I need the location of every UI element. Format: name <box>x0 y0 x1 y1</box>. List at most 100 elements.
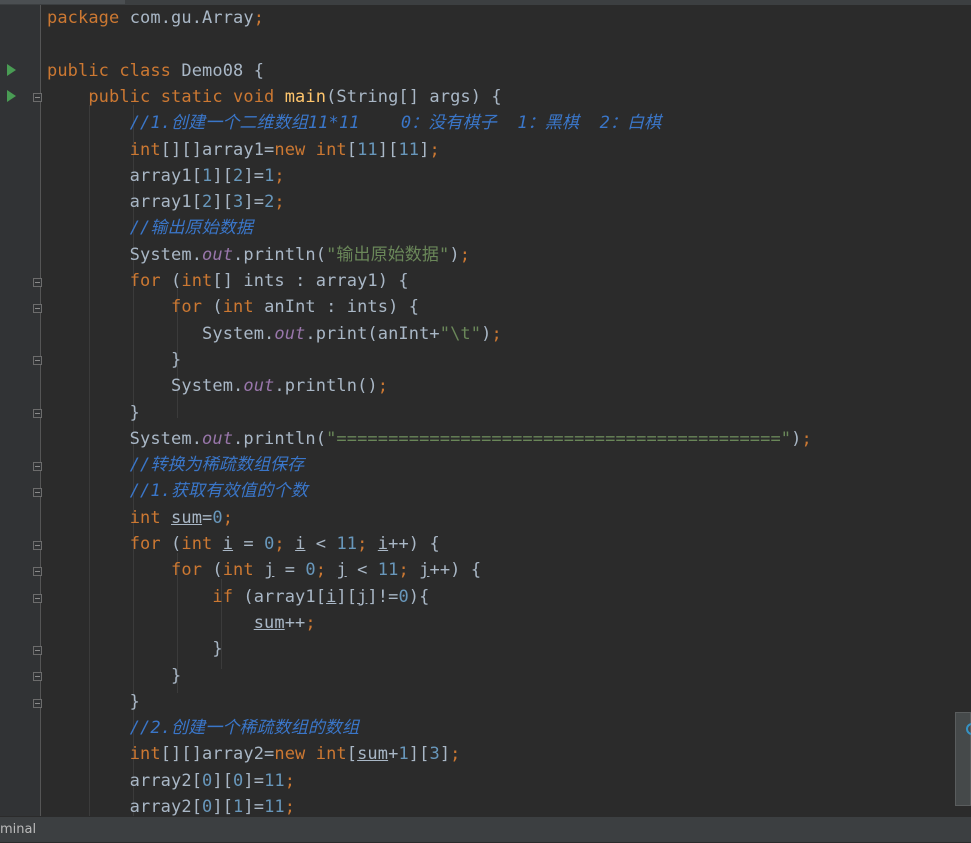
code-token: ; <box>315 560 337 581</box>
code-token: com.gu.Array <box>129 8 254 28</box>
code-line[interactable]: for (int anInt : ints) { <box>47 294 419 320</box>
code-line[interactable]: int sum=0; <box>47 505 233 531</box>
notification-popup[interactable] <box>955 712 971 806</box>
code-token: //输出原始数据 <box>129 218 253 239</box>
code-line[interactable]: int[][]array2=new int[sum+1][3]; <box>47 741 461 767</box>
code-token: ] <box>439 744 451 765</box>
code-line[interactable]: for (int j = 0; j < 11; j++) { <box>47 557 481 583</box>
code-token: (String[] args) { <box>326 86 502 107</box>
code-line[interactable]: array1[2][3]=2; <box>47 189 285 215</box>
code-line[interactable]: } <box>47 636 223 662</box>
code-token: 3 <box>233 192 244 213</box>
code-token: j <box>357 586 368 607</box>
code-token: [ <box>346 744 358 765</box>
notification-icon <box>966 723 971 735</box>
code-token: out <box>243 376 275 397</box>
code-line[interactable]: } <box>47 347 181 373</box>
code-token: ; <box>274 165 285 186</box>
code-token: 0 <box>398 586 409 607</box>
terminal-tab[interactable]: minal <box>0 817 36 843</box>
code-token: anInt : ints) { <box>264 297 420 318</box>
code-token: sum <box>253 612 285 633</box>
code-token: [][]array1= <box>160 139 275 160</box>
code-line[interactable]: } <box>47 689 140 715</box>
code-line[interactable]: public class Demo08 { <box>47 58 264 84</box>
code-token: sum <box>171 507 203 528</box>
code-token: [ <box>346 139 358 160</box>
code-line[interactable]: } <box>47 663 181 689</box>
code-token: ; <box>801 428 812 449</box>
code-token: i <box>326 586 337 607</box>
code-token: ; <box>377 376 389 397</box>
code-token: ][ <box>408 744 430 765</box>
code-token: ]= <box>243 770 265 791</box>
code-token: ++ <box>284 612 306 633</box>
code-token: [] ints : array1) { <box>212 271 409 291</box>
code-line[interactable]: //1.创建一个二维数组11*11 0：没有棋子 1：黑棋 2：白棋 <box>47 110 662 136</box>
run-class-icon[interactable] <box>7 64 16 76</box>
code-line[interactable]: for (int i = 0; i < 11; i++) { <box>47 531 440 557</box>
code-token: ]!= <box>367 586 399 607</box>
code-token: out <box>202 428 234 449</box>
code-token: int <box>222 560 265 581</box>
code-token: 2 <box>233 165 244 186</box>
code-token: ]= <box>243 192 265 213</box>
code-token: ( <box>171 534 182 554</box>
code-token: int <box>129 507 172 528</box>
code-line[interactable]: //1.获取有效值的个数 <box>47 478 308 504</box>
code-editor[interactable]: package com.gu.Array; public class Demo08… <box>41 5 971 817</box>
code-token: ; <box>274 192 285 213</box>
run-main-icon[interactable] <box>7 90 16 102</box>
code-token: 11 <box>264 770 285 791</box>
editor-gutter <box>0 5 42 816</box>
code-token: "\t" <box>439 323 482 344</box>
code-line[interactable]: for (int[] ints : array1) { <box>47 268 409 294</box>
code-token: for <box>129 271 172 291</box>
code-token: ( <box>212 560 223 581</box>
code-token: main <box>284 86 327 107</box>
code-token: 1 <box>264 165 275 186</box>
code-line[interactable]: System.out.println("====================… <box>47 426 812 452</box>
code-line[interactable]: array1[1][2]=1; <box>47 163 285 189</box>
code-token: 1 <box>202 165 213 186</box>
code-token: (array1[ <box>243 586 327 607</box>
code-token: ; <box>357 534 378 554</box>
code-token: 2 <box>202 192 213 213</box>
code-line[interactable]: //输出原始数据 <box>47 215 253 241</box>
code-line[interactable]: } <box>47 400 140 426</box>
code-token: new int <box>274 139 347 160</box>
code-line[interactable]: System.out.print(anInt+"\t"); <box>47 321 502 347</box>
code-token: "=======================================… <box>326 428 792 449</box>
code-token: 3 <box>429 744 440 765</box>
code-line[interactable]: sum++; <box>47 610 316 636</box>
code-token: i <box>222 534 234 554</box>
code-line[interactable]: System.out.println(); <box>47 373 388 399</box>
code-line[interactable]: //转换为稀疏数组保存 <box>47 452 304 478</box>
code-token: "输出原始数据" <box>326 244 450 265</box>
code-line[interactable]: array2[0][0]=11; <box>47 768 295 794</box>
code-token: int <box>129 139 161 160</box>
code-line[interactable]: int[][]array1=new int[11][11]; <box>47 137 440 163</box>
code-line[interactable]: //2.创建一个稀疏数组的数组 <box>47 715 359 741</box>
code-token: out <box>202 244 234 265</box>
code-token: ; <box>305 612 316 633</box>
code-token: if <box>212 586 244 607</box>
code-line[interactable]: public static void main(String[] args) { <box>47 84 502 110</box>
code-token: 0 <box>202 770 213 791</box>
code-token: ][ <box>212 165 234 186</box>
code-line[interactable]: package com.gu.Array; <box>47 5 264 31</box>
code-line[interactable]: if (array1[i][j]!=0){ <box>47 584 429 610</box>
code-token: System. <box>47 376 244 397</box>
code-token: 0 <box>202 797 213 817</box>
active-tab-indicator[interactable] <box>0 0 125 4</box>
code-token: ; <box>429 139 440 160</box>
code-line[interactable]: System.out.println("输出原始数据"); <box>47 242 470 268</box>
code-token: } <box>47 665 182 686</box>
